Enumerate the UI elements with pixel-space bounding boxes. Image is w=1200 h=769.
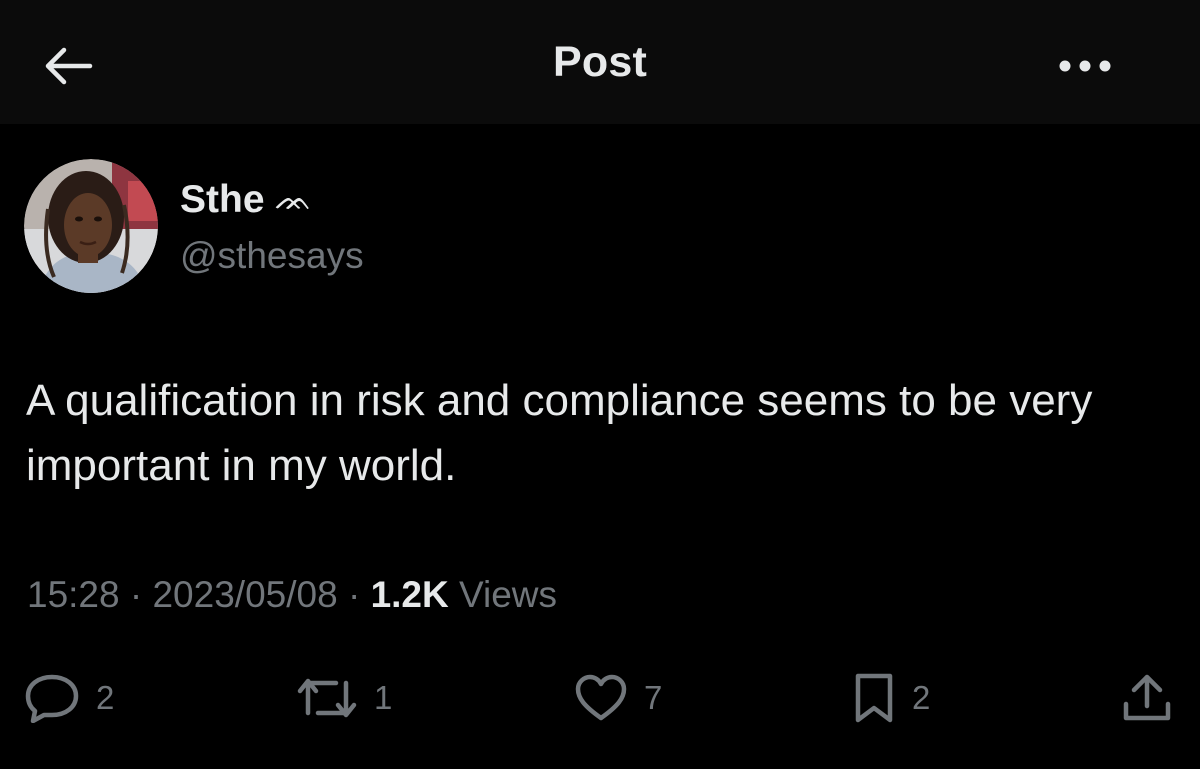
like-button[interactable]: 7 xyxy=(574,668,662,728)
post-time[interactable]: 15:28 xyxy=(27,574,120,615)
bookmark-count: 2 xyxy=(912,679,931,716)
like-count: 7 xyxy=(644,679,663,716)
author-handle[interactable]: @sthesays xyxy=(180,235,364,277)
views-count: 1.2K xyxy=(370,574,449,615)
bookmark-icon xyxy=(852,672,896,724)
meta-separator: · xyxy=(129,574,143,615)
repost-count: 1 xyxy=(374,679,393,716)
more-dots-icon xyxy=(1057,58,1113,74)
author-name-emoji: ᨏ xyxy=(274,183,312,216)
more-button[interactable] xyxy=(1052,44,1118,88)
views-label: Views xyxy=(459,574,558,615)
share-icon xyxy=(1120,672,1174,724)
post-text: A qualification in risk and compliance s… xyxy=(26,376,1093,490)
back-button[interactable] xyxy=(38,40,98,92)
reply-button[interactable]: 2 xyxy=(24,668,114,728)
bookmark-button[interactable]: 2 xyxy=(852,668,930,728)
author-name-row[interactable]: Sthe ᨏ xyxy=(180,178,312,222)
arrow-left-icon xyxy=(42,46,94,86)
repost-icon xyxy=(296,675,358,721)
page-title: Post xyxy=(553,38,647,86)
author-display-name: Sthe xyxy=(180,178,265,221)
repost-button[interactable]: 1 xyxy=(296,668,392,728)
top-bar: Post xyxy=(0,0,1200,124)
post-date[interactable]: 2023/05/08 xyxy=(152,574,337,615)
heart-icon xyxy=(574,674,628,722)
share-button[interactable] xyxy=(1120,668,1174,728)
reply-icon xyxy=(24,673,80,723)
post-meta: 15:28 · 2023/05/08 · 1.2K Views xyxy=(27,574,557,616)
meta-separator: · xyxy=(347,574,361,615)
reply-count: 2 xyxy=(96,679,115,716)
avatar[interactable] xyxy=(24,159,158,293)
